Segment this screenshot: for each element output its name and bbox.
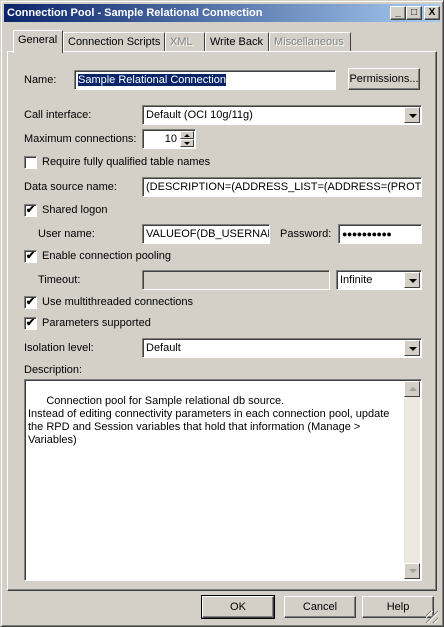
- increment-button[interactable]: [180, 131, 194, 139]
- minimize-button[interactable]: _: [390, 6, 406, 20]
- data-source-field[interactable]: (DESCRIPTION=(ADDRESS_LIST=(ADDRESS=(PRO…: [142, 177, 422, 197]
- password-field[interactable]: ●●●●●●●●●●: [338, 224, 422, 244]
- shared-logon-label: Shared logon: [42, 204, 108, 216]
- chevron-down-icon: [409, 347, 417, 351]
- button-bar: OK Cancel Help: [4, 595, 440, 625]
- description-scrollbar[interactable]: [404, 381, 420, 579]
- chevron-down-icon: [409, 279, 417, 283]
- params-supported-checkbox[interactable]: ✔: [24, 317, 37, 330]
- params-supported-label: Parameters supported: [42, 317, 151, 329]
- checkmark-icon: ✔: [25, 250, 36, 262]
- tab-xml: XML: [165, 32, 205, 52]
- help-button[interactable]: Help: [362, 596, 434, 618]
- connection-pool-dialog: Connection Pool - Sample Relational Conn…: [0, 0, 444, 627]
- user-name-field[interactable]: VALUEOF(DB_USERNAM: [142, 224, 270, 244]
- close-button[interactable]: X: [424, 6, 440, 20]
- call-interface-dropdown-button[interactable]: [404, 107, 420, 123]
- arrow-down-icon: [409, 569, 417, 573]
- scroll-up-button[interactable]: [404, 381, 420, 397]
- scroll-down-button[interactable]: [404, 563, 420, 579]
- isolation-label: Isolation level:: [24, 342, 94, 354]
- multithreaded-checkbox[interactable]: ✔: [24, 296, 37, 309]
- decrement-button[interactable]: [180, 139, 194, 147]
- resize-grip-icon[interactable]: [426, 611, 438, 623]
- user-name-label: User name:: [38, 228, 95, 240]
- tab-general[interactable]: General: [13, 30, 63, 53]
- tab-write-back[interactable]: Write Back: [205, 32, 269, 52]
- arrow-up-icon: [184, 134, 190, 137]
- cancel-button[interactable]: Cancel: [284, 596, 356, 618]
- max-connections-stepper[interactable]: 10: [142, 129, 196, 149]
- require-fq-label: Require fully qualified table names: [42, 156, 211, 168]
- chevron-down-icon: [409, 114, 417, 118]
- call-interface-select[interactable]: Default (OCI 10g/11g): [142, 105, 422, 125]
- require-fq-checkbox[interactable]: [24, 156, 37, 169]
- isolation-select[interactable]: Default: [142, 338, 422, 358]
- password-label: Password:: [280, 228, 332, 240]
- isolation-dropdown-button[interactable]: [404, 340, 420, 356]
- description-label: Description:: [24, 364, 83, 376]
- max-connections-label: Maximum connections:: [24, 133, 137, 145]
- call-interface-label: Call interface:: [24, 109, 92, 121]
- checkmark-icon: ✔: [25, 317, 36, 329]
- maximize-button[interactable]: □: [406, 6, 422, 20]
- multithreaded-label: Use multithreaded connections: [42, 296, 194, 308]
- window-title: Connection Pool - Sample Relational Conn…: [7, 7, 263, 19]
- shared-logon-checkbox[interactable]: ✔: [24, 204, 37, 217]
- enable-pooling-label: Enable connection pooling: [42, 250, 172, 262]
- data-source-label: Data source name:: [24, 181, 117, 193]
- name-label: Name:: [24, 74, 57, 86]
- timeout-unit-dropdown-button[interactable]: [404, 272, 420, 288]
- tab-connection-scripts[interactable]: Connection Scripts: [63, 32, 165, 52]
- timeout-label: Timeout:: [38, 274, 81, 286]
- timeout-field[interactable]: [142, 270, 330, 290]
- checkmark-icon: ✔: [25, 204, 36, 216]
- tab-strip: General Connection Scripts XML Write Bac…: [7, 30, 437, 53]
- arrow-up-icon: [409, 387, 417, 391]
- name-field[interactable]: Sample Relational Connection: [74, 70, 336, 90]
- title-bar[interactable]: Connection Pool - Sample Relational Conn…: [4, 4, 440, 22]
- description-textarea[interactable]: Connection pool for Sample relational db…: [24, 379, 422, 581]
- arrow-down-icon: [184, 142, 190, 145]
- timeout-unit-select[interactable]: Infinite: [336, 270, 422, 290]
- enable-pooling-checkbox[interactable]: ✔: [24, 250, 37, 263]
- checkmark-icon: ✔: [25, 296, 36, 308]
- general-panel: Name: Sample Relational Connection Permi…: [7, 51, 437, 591]
- tab-miscellaneous: Miscellaneous: [269, 32, 351, 52]
- ok-button[interactable]: OK: [201, 595, 275, 619]
- permissions-button[interactable]: Permissions...: [348, 68, 420, 90]
